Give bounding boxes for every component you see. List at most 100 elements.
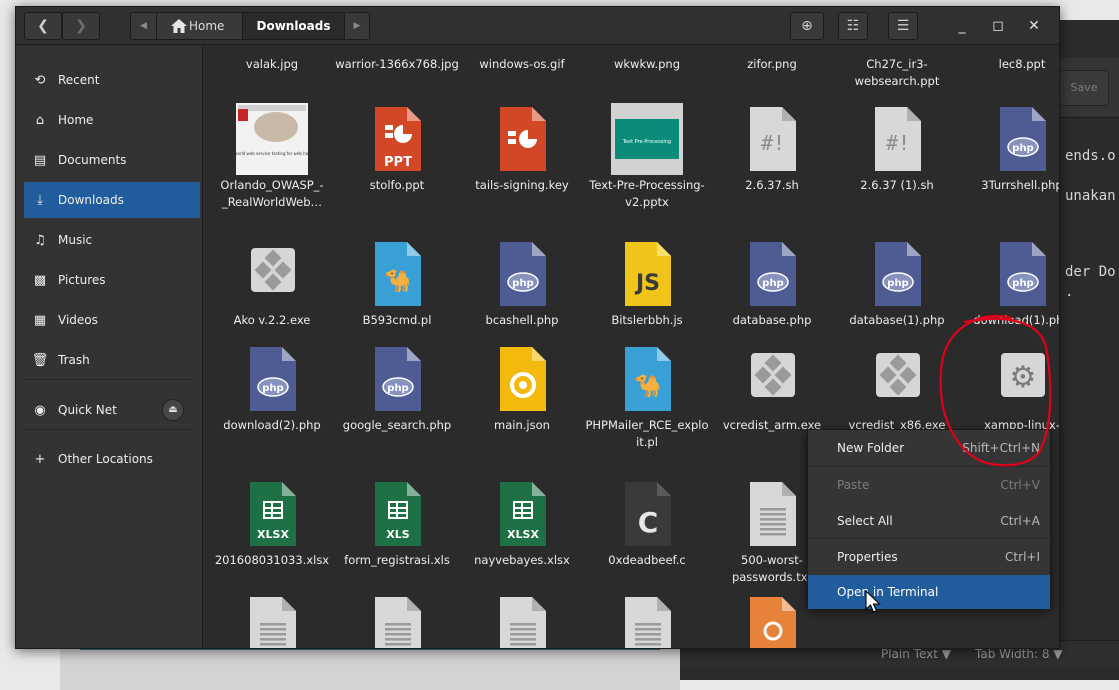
sidebar-item-downloads[interactable]: ⤓ Downloads	[24, 182, 200, 218]
file-name: 2.6.37.sh	[745, 178, 799, 192]
view-toggle-button[interactable]: ☷	[838, 12, 868, 40]
file-name: download(2).php	[223, 418, 321, 432]
svg-text:php: php	[1012, 143, 1033, 154]
json-file-icon	[500, 347, 546, 411]
file-name: 3Turrshell.php	[981, 178, 1060, 192]
file-name: tails-signing.key	[475, 178, 569, 192]
hamburger-menu-icon: ☰	[896, 18, 910, 34]
maximize-button[interactable]: ◻	[988, 16, 1008, 36]
videos-icon: ▦	[33, 312, 47, 328]
breadcrumb-scroll-left-button[interactable]: ◀	[131, 13, 157, 39]
syntax-selector[interactable]: Plain Text ▼	[881, 647, 951, 661]
menu-item-shortcut: Ctrl+A	[1000, 514, 1040, 528]
file-name: Ch27c_ir3-websearch.ppt	[854, 57, 940, 88]
tab-width-selector[interactable]: Tab Width: 8 ▼	[975, 647, 1063, 661]
download-icon: ⤓	[37, 192, 43, 208]
svg-text:php: php	[512, 278, 533, 289]
close-button[interactable]: ✕	[1024, 16, 1044, 36]
app-menu-button[interactable]: ☰	[888, 12, 918, 40]
breadcrumb-downloads[interactable]: Downloads	[243, 13, 345, 39]
editor-code-line: .	[1065, 284, 1074, 300]
sidebar-item-label: Quick Net	[58, 403, 117, 417]
breadcrumb-scroll-right-button[interactable]: ▶	[345, 13, 369, 39]
sidebar-item-recent[interactable]: ⟲ Recent	[24, 62, 202, 98]
home-icon: ⌂	[35, 112, 45, 128]
forward-button[interactable]: ❯	[62, 12, 100, 40]
editor-code-line: der Do	[1065, 264, 1116, 280]
php-file-icon: php	[1000, 242, 1046, 306]
svg-text:#!: #!	[886, 131, 910, 155]
breadcrumb-home-label: Home	[189, 19, 225, 33]
file-name: Bitslerbbh.js	[611, 313, 683, 327]
maximize-icon: ◻	[992, 18, 1004, 34]
svg-text:#!: #!	[761, 131, 785, 155]
sidebar-item-label: Trash	[58, 353, 90, 367]
menu-item-label: Properties	[837, 550, 898, 564]
svg-text:🐪: 🐪	[384, 268, 411, 294]
sidebar-item-videos[interactable]: ▦ Videos	[24, 302, 202, 338]
eject-icon[interactable]: ⏏	[162, 399, 184, 421]
ppt-file-icon: PPT	[375, 107, 421, 171]
file-name: main.json	[494, 418, 550, 432]
music-icon: ♫	[34, 232, 46, 248]
sidebar-item-music[interactable]: ♫ Music	[24, 222, 202, 258]
php-file-icon: php	[1000, 107, 1046, 171]
file-name: Ako v.2.2.exe	[233, 313, 311, 327]
chevron-left-icon: ❮	[37, 18, 49, 34]
menu-item-label: Select All	[837, 514, 893, 528]
file-name: 201608031033.xlsx	[214, 553, 330, 567]
menu-item-paste: Paste Ctrl+V	[808, 468, 1050, 502]
menu-item-new-folder[interactable]: New Folder Shift+Ctrl+N	[808, 431, 1050, 465]
sidebar-item-other-locations[interactable]: + Other Locations	[24, 441, 202, 477]
menu-separator	[809, 466, 1049, 467]
menu-item-shortcut: Shift+Ctrl+N	[962, 441, 1040, 455]
gear-file-icon: ⚙	[1001, 353, 1045, 397]
text-file-icon	[625, 597, 671, 648]
back-button[interactable]: ❮	[24, 12, 62, 40]
minimize-button[interactable]: _	[952, 16, 972, 36]
script-file-icon: #!	[875, 107, 921, 171]
cert-file-icon	[750, 597, 796, 648]
thumbnail-caption: real world web service testing for web h…	[236, 151, 308, 156]
breadcrumb-home[interactable]: Home	[157, 13, 243, 39]
sidebar-item-pictures[interactable]: ▩ Pictures	[24, 262, 202, 298]
file-name: PHPMailer_RCE_exploit.pl	[585, 418, 709, 449]
sidebar-item-label: Pictures	[58, 273, 106, 287]
sidebar-item-home[interactable]: ⌂ Home	[24, 102, 202, 138]
menu-item-select-all[interactable]: Select All Ctrl+A	[808, 504, 1050, 538]
svg-text:php: php	[1012, 278, 1033, 289]
php-file-icon: php	[875, 242, 921, 306]
chevron-right-icon: ❯	[75, 18, 87, 34]
drive-icon: ◉	[34, 402, 46, 418]
sheet-file-icon: XLS	[375, 482, 421, 546]
file-name: windows-os.gif	[479, 57, 565, 71]
svg-text:XLSX: XLSX	[507, 528, 539, 541]
file-name: google_search.php	[342, 418, 452, 432]
svg-text:XLSX: XLSX	[257, 528, 289, 541]
sidebar-separator	[24, 379, 194, 380]
perl-file-icon: 🐪	[625, 347, 671, 411]
menu-item-shortcut: Ctrl+V	[1000, 478, 1040, 492]
svg-text:🐪: 🐪	[634, 373, 661, 399]
sidebar-item-label: Downloads	[58, 193, 124, 207]
sheet-file-icon: XLSX	[500, 482, 546, 546]
location-button[interactable]: ⊕	[790, 12, 824, 40]
background-window-edge	[60, 648, 680, 690]
php-file-icon: php	[250, 347, 296, 411]
sidebar-item-documents[interactable]: ▤ Documents	[24, 142, 202, 178]
file-name: form_registrasi.xls	[344, 553, 450, 567]
editor-code-line: unakan	[1065, 188, 1116, 204]
text-file-icon	[750, 482, 796, 546]
editor-code-line: ends.o	[1065, 148, 1116, 164]
file-name: zifor.png	[747, 57, 797, 71]
file-name: Orlando_OWASP_-_RealWorldWeb…	[220, 178, 324, 209]
menu-item-open-in-terminal[interactable]: Open in Terminal	[808, 575, 1050, 609]
svg-text:XLS: XLS	[386, 528, 409, 541]
exe-file-icon	[751, 353, 795, 397]
sidebar-item-trash[interactable]: 🗑 Trash	[24, 342, 202, 378]
menu-item-properties[interactable]: Properties Ctrl+I	[808, 540, 1050, 574]
editor-save-button[interactable]: Save	[1059, 70, 1109, 106]
file-name: lec8.ppt	[998, 57, 1046, 71]
perl-file-icon: 🐪	[375, 242, 421, 306]
svg-text:PPT: PPT	[384, 155, 412, 170]
